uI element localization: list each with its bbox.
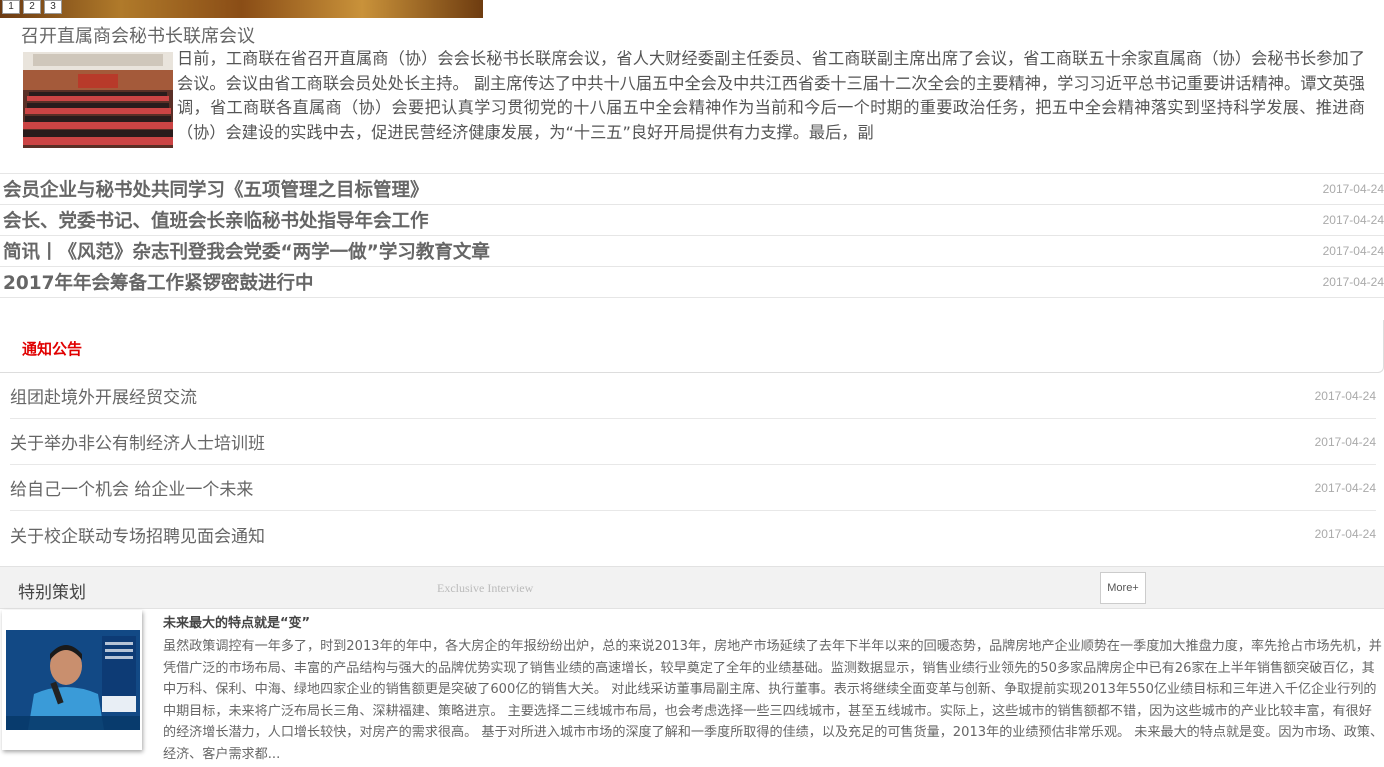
interview-title[interactable]: 未来最大的特点就是“变” [163,612,310,631]
headline-link[interactable]: 简讯丨《风范》杂志刊登我会党委“两学一做”学习教育文章 [0,238,490,264]
conference-hall-image [23,52,173,148]
special-section-header: 特别策划 Exclusive Interview More+ [0,566,1384,609]
notice-section-header: 通知公告 [0,320,1384,373]
slider-page-3-button[interactable]: 3 [44,0,62,14]
feature-summary: 日前，工商联在省召开直属商（协）会会长秘书长联席会议，省人大财经委副主任委员、省… [177,49,1365,142]
slider-image-strip[interactable]: 1 2 3 [0,0,483,18]
notice-date: 2017-04-24 [1314,527,1376,541]
list-item[interactable]: 简讯丨《风范》杂志刊登我会党委“两学一做”学习教育文章 2017-04-24 [0,236,1384,267]
list-item[interactable]: 2017年年会筹备工作紧锣密鼓进行中 2017-04-24 [0,267,1384,298]
slider-page-2-button[interactable]: 2 [23,0,41,14]
notice-link[interactable]: 关于校企联动专场招聘见面会通知 [10,522,265,547]
slider-page-1-button[interactable]: 1 [2,0,20,14]
list-item[interactable]: 关于举办非公有制经济人士培训班 2017-04-24 [10,419,1376,465]
headline-date: 2017-04-24 [1322,213,1384,227]
feature-thumbnail[interactable] [23,52,173,148]
more-button[interactable]: More+ [1100,572,1146,604]
headline-date: 2017-04-24 [1322,182,1384,196]
interview-summary: 虽然政策调控有一年多了，时到2013年的年中，各大房企的年报纷纷出炉，总的来说2… [163,639,1384,760]
list-item[interactable]: 关于校企联动专场招聘见面会通知 2017-04-24 [10,511,1376,557]
notice-link[interactable]: 关于举办非公有制经济人士培训班 [10,429,265,454]
notice-link[interactable]: 组团赴境外开展经贸交流 [10,383,197,408]
notice-date: 2017-04-24 [1314,434,1376,449]
headline-link[interactable]: 会长、党委书记、值班会长亲临秘书处指导年会工作 [0,207,429,233]
headline-list: 会员企业与秘书处共同学习《五项管理之目标管理》 2017-04-24 会长、党委… [0,173,1384,298]
headline-date: 2017-04-24 [1322,244,1384,258]
list-item[interactable]: 会员企业与秘书处共同学习《五项管理之目标管理》 2017-04-24 [0,174,1384,205]
feature-title[interactable]: 召开直属商会秘书长联席会议 [21,22,255,48]
interview-video-image [6,630,140,730]
notice-date: 2017-04-24 [1314,388,1376,403]
notice-date: 2017-04-24 [1314,480,1376,495]
headline-date: 2017-04-24 [1322,275,1384,289]
interview-thumbnail[interactable] [2,610,142,750]
slider-pager: 1 2 3 [2,0,62,14]
list-item[interactable]: 会长、党委书记、值班会长亲临秘书处指导年会工作 2017-04-24 [0,205,1384,236]
notice-link[interactable]: 给自己一个机会 给企业一个未来 [10,475,253,500]
list-item[interactable]: 给自己一个机会 给企业一个未来 2017-04-24 [10,465,1376,511]
headline-link[interactable]: 会员企业与秘书处共同学习《五项管理之目标管理》 [0,176,429,202]
list-item[interactable]: 组团赴境外开展经贸交流 2017-04-24 [10,373,1376,419]
notice-list: 组团赴境外开展经贸交流 2017-04-24 关于举办非公有制经济人士培训班 2… [10,373,1376,557]
special-section-subtitle: Exclusive Interview [437,581,534,595]
headline-link[interactable]: 2017年年会筹备工作紧锣密鼓进行中 [0,269,314,295]
special-section-title: 特别策划 [18,583,86,603]
notice-section-title[interactable]: 通知公告 [22,338,82,359]
